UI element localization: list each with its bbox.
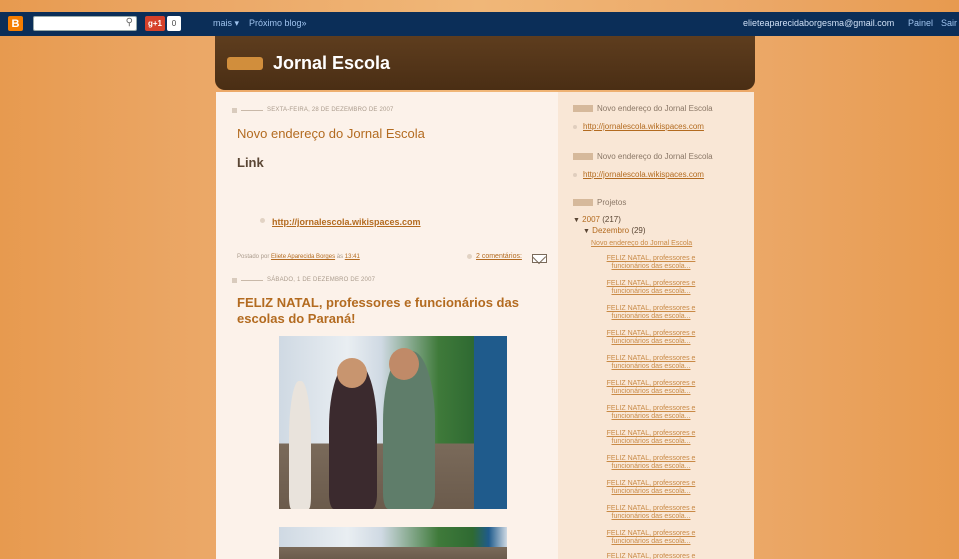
sidebar-heading: Novo endereço do Jornal Escola: [573, 104, 713, 113]
archive-post-link[interactable]: FELIZ NATAL, professores e funcionários …: [591, 305, 711, 321]
sidebar-heading: Novo endereço do Jornal Escola: [573, 152, 713, 161]
gplus-button[interactable]: g+1: [145, 16, 165, 31]
background-person: [289, 381, 311, 509]
navbar-search-input[interactable]: ⚲: [33, 16, 137, 31]
post-heading: Link: [237, 155, 264, 170]
archive-post-link[interactable]: FELIZ NATAL, professores e funcionários …: [591, 280, 711, 296]
archive-post-link[interactable]: Novo endereço do Jornal Escola: [591, 240, 727, 248]
comment-bullet-icon: [467, 254, 472, 259]
archive-post-link[interactable]: FELIZ NATAL, professores e funcionários …: [591, 330, 711, 346]
face-right: [389, 348, 419, 380]
sidebar-heading-text: Projetos: [597, 198, 627, 207]
at-label: às: [336, 254, 344, 260]
sidebar-badge-icon: [573, 153, 593, 160]
archive-year-count: (217): [602, 215, 621, 224]
expand-triangle-icon[interactable]: ▼: [583, 228, 590, 235]
archive-post-link[interactable]: FELIZ NATAL, professores e funcionários …: [591, 530, 711, 546]
expand-triangle-icon[interactable]: ▼: [573, 217, 580, 224]
face-left: [337, 358, 367, 388]
sidebar-bullet-icon: [573, 173, 577, 177]
blog-title[interactable]: Jornal Escola: [273, 53, 390, 74]
sidebar-link[interactable]: http://jornalescola.wikispaces.com: [583, 122, 704, 131]
post-date-text: SEXTA-FEIRA, 28 DE DEZEMBRO DE 2007: [267, 107, 394, 113]
archive-post-link[interactable]: FELIZ NATAL, professores e funcionários …: [591, 355, 711, 371]
archive-post-link[interactable]: FELIZ NATAL, professores e funcionários …: [591, 255, 711, 271]
sidebar-badge-icon: [573, 105, 593, 112]
archive-post-link[interactable]: FELIZ NATAL, professores e funcionários …: [591, 430, 711, 446]
archive-post-link[interactable]: FELIZ NATAL, professores e funcionários …: [591, 480, 711, 496]
user-email: elieteaparecidaborgesma@gmail.com: [743, 18, 895, 28]
archive-post-link[interactable]: FELIZ NATAL, professores e funcionários …: [591, 380, 711, 396]
date-divider: [241, 109, 263, 111]
date-divider: [241, 279, 263, 281]
blogger-logo-icon[interactable]: B: [8, 16, 23, 31]
blogger-navbar: B ⚲ g+1 0 mais ▾ Próximo blog» elieteapa…: [0, 12, 959, 36]
search-icon[interactable]: ⚲: [126, 17, 133, 28]
post-meta: Postado por Eliete Aparecida Borges às 1…: [237, 254, 360, 260]
sidebar-link[interactable]: http://jornalescola.wikispaces.com: [583, 170, 704, 179]
post-title-line-1[interactable]: FELIZ NATAL, professores e funcionários …: [237, 295, 519, 310]
dashboard-link[interactable]: Painel: [908, 18, 933, 28]
archive-post-link[interactable]: FELIZ NATAL, professores e funcionários …: [591, 405, 711, 421]
gplus-count: 0: [167, 16, 181, 31]
archive-post-link[interactable]: FELIZ NATAL, professores e funcionários …: [591, 553, 711, 559]
post-date-text: SÁBADO, 1 DE DEZEMBRO DE 2007: [267, 277, 376, 283]
next-blog-link[interactable]: Próximo blog»: [249, 18, 307, 28]
door-frame: [474, 336, 507, 509]
archive-year[interactable]: ▼ 2007 (217): [573, 215, 621, 224]
post-date: SEXTA-FEIRA, 28 DE DEZEMBRO DE 2007: [232, 107, 394, 113]
posted-by-label: Postado por: [237, 254, 270, 260]
list-bullet-icon: [260, 218, 265, 223]
comments-link[interactable]: 2 comentários:: [476, 253, 522, 260]
blog-header: Jornal Escola: [215, 36, 755, 90]
archive-month-count: (29): [631, 226, 646, 235]
post-link[interactable]: http://jornalescola.wikispaces.com: [272, 217, 421, 227]
post-title[interactable]: Novo endereço do Jornal Escola: [237, 126, 425, 141]
post-title-line-2[interactable]: escolas do Paraná!: [237, 311, 356, 326]
sign-out-link[interactable]: Sair: [941, 18, 957, 28]
post-time-link[interactable]: 13:41: [345, 254, 360, 260]
archive-month[interactable]: ▼ Dezembro (29): [583, 226, 646, 235]
more-menu[interactable]: mais ▾: [213, 18, 239, 29]
author-link[interactable]: Eliete Aparecida Borges: [271, 254, 335, 260]
date-bullet-icon: [232, 107, 237, 113]
archive-year-link[interactable]: 2007: [582, 215, 600, 224]
sidebar-heading-text: Novo endereço do Jornal Escola: [597, 104, 713, 113]
post-photo[interactable]: [279, 336, 507, 509]
email-post-icon[interactable]: [532, 254, 547, 263]
sidebar-badge-icon: [573, 199, 593, 206]
sidebar-heading-text: Novo endereço do Jornal Escola: [597, 152, 713, 161]
archive-post-link[interactable]: FELIZ NATAL, professores e funcionários …: [591, 505, 711, 521]
sidebar-heading-projetos: Projetos: [573, 198, 626, 207]
archive-month-link[interactable]: Dezembro: [592, 226, 629, 235]
date-bullet-icon: [232, 277, 237, 283]
post-date: SÁBADO, 1 DE DEZEMBRO DE 2007: [232, 277, 375, 283]
post-photo[interactable]: [279, 527, 507, 559]
sidebar-bullet-icon: [573, 125, 577, 129]
archive-post-link[interactable]: FELIZ NATAL, professores e funcionários …: [591, 455, 711, 471]
header-badge-icon: [227, 57, 263, 70]
